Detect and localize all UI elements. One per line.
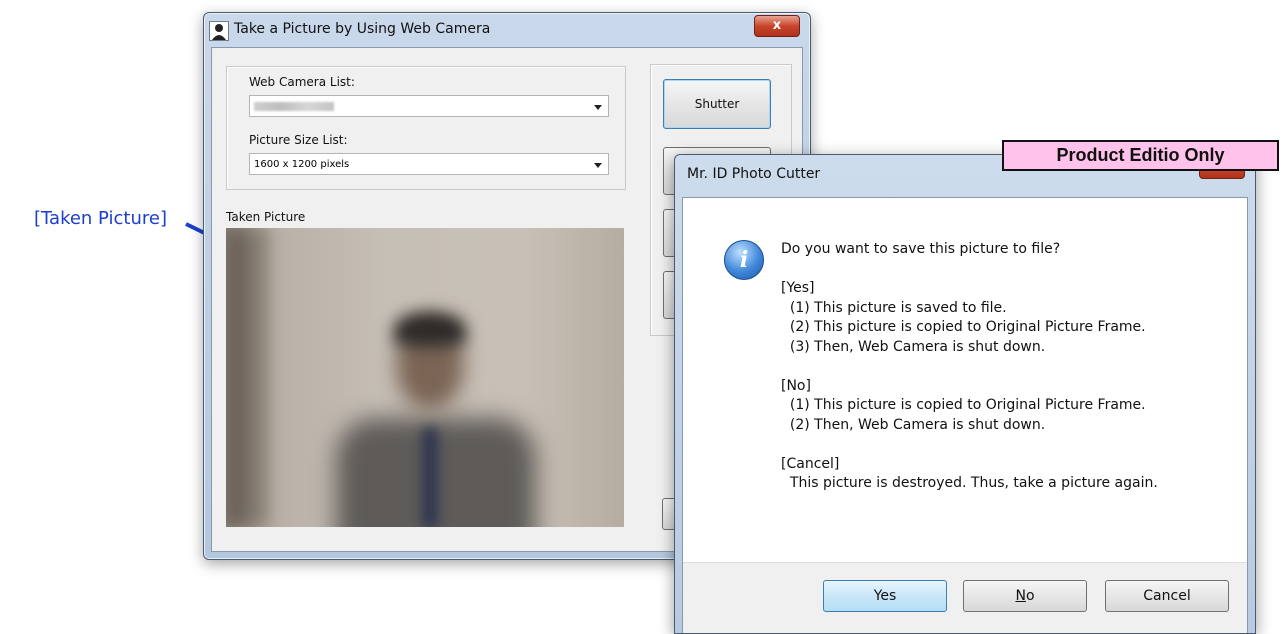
chevron-down-icon: [594, 105, 602, 110]
camera-settings-group: Web Camera List: Picture Size List: 1600…: [226, 66, 626, 190]
dialog-title: Mr. ID Photo Cutter: [687, 166, 821, 182]
dialog-message: Do you want to save this picture to file…: [781, 241, 1158, 491]
info-icon: i: [724, 240, 764, 280]
taken-picture-callout: [Taken Picture]: [34, 208, 167, 229]
picture-size-label: Picture Size List:: [249, 133, 348, 147]
camera-window-close-button[interactable]: x: [754, 15, 800, 37]
camera-name-blurred: [254, 102, 334, 111]
save-picture-dialog: Mr. ID Photo Cutter i Do you want to sav…: [674, 154, 1256, 634]
yes-button[interactable]: Yes: [823, 580, 947, 612]
taken-picture-image: [226, 228, 624, 527]
no-label-rest: o: [1025, 588, 1035, 604]
picture-size-value: 1600 x 1200 pixels: [254, 159, 350, 170]
dialog-client: i Do you want to save this picture to fi…: [682, 197, 1248, 633]
no-mnemonic: N: [1015, 588, 1026, 604]
camera-list-combo[interactable]: [249, 95, 609, 117]
no-button[interactable]: No: [963, 580, 1087, 612]
camera-list-label: Web Camera List:: [249, 75, 355, 89]
person-icon: [209, 21, 229, 41]
picture-size-combo[interactable]: 1600 x 1200 pixels: [249, 153, 609, 175]
cancel-button[interactable]: Cancel: [1105, 580, 1229, 612]
camera-window-title: Take a Picture by Using Web Camera: [234, 21, 491, 37]
taken-picture-label: Taken Picture: [226, 210, 306, 224]
dialog-footer: Yes No Cancel: [683, 562, 1247, 633]
product-edition-badge: Product Editio Only: [1002, 140, 1279, 171]
camera-window-titlebar[interactable]: Take a Picture by Using Web Camera x: [204, 13, 810, 47]
shutter-button[interactable]: Shutter: [663, 79, 771, 129]
chevron-down-icon: [594, 163, 602, 168]
